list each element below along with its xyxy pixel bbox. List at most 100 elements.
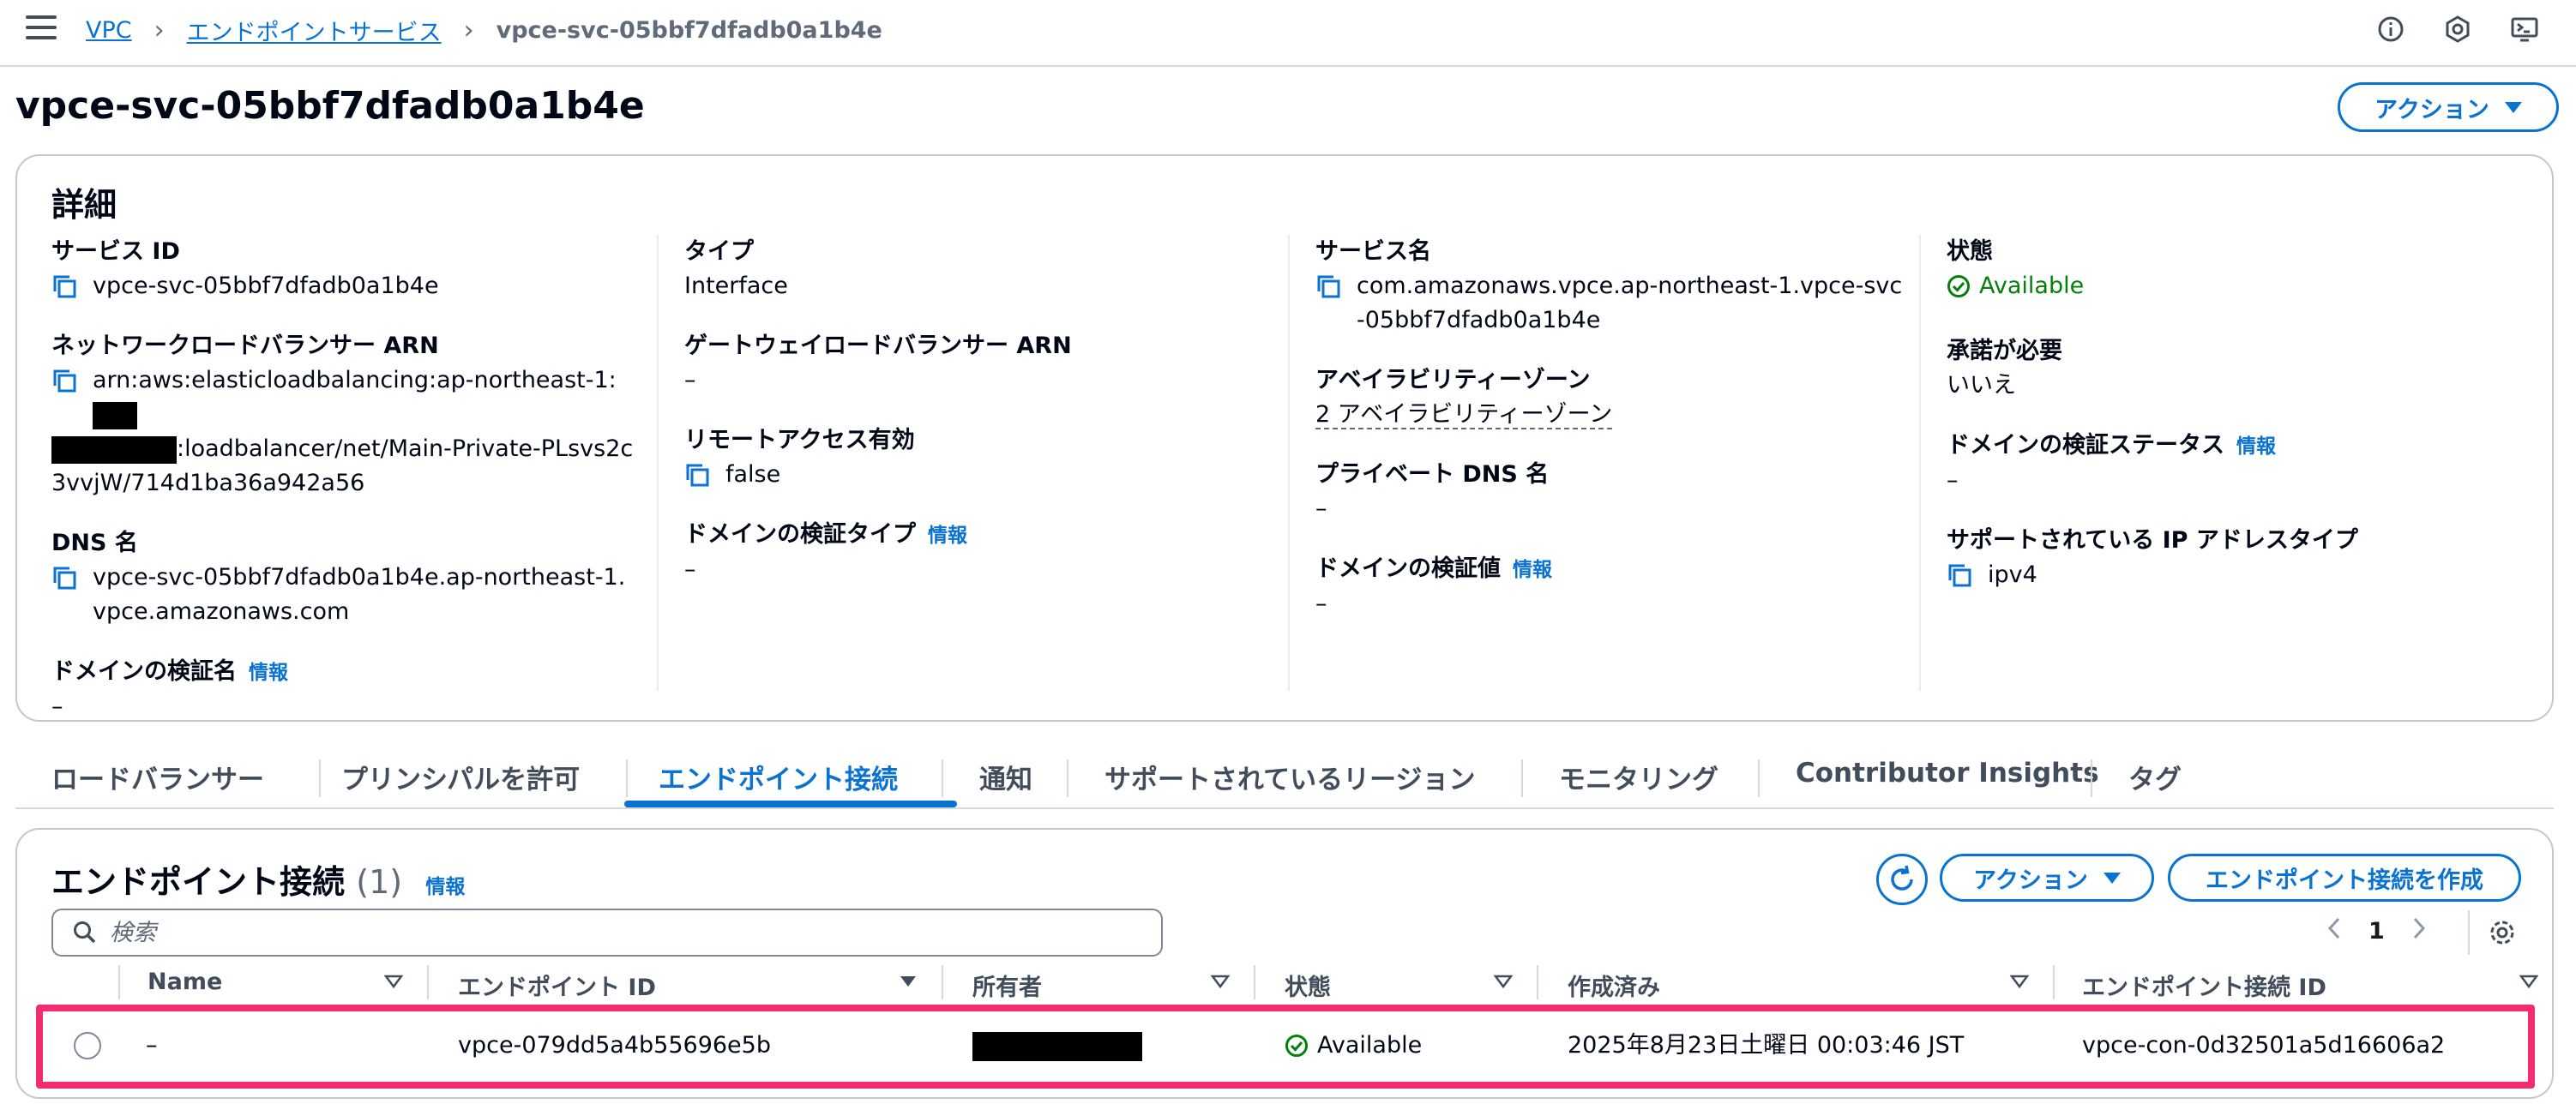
- status-badge: Available: [1947, 269, 2084, 303]
- tab-divider: [1758, 759, 1760, 797]
- glb-arn-label: ゲートウェイロードバランサー ARN: [684, 333, 1072, 359]
- breadcrumb-endpoint-services[interactable]: エンドポイントサービス: [187, 14, 442, 47]
- service-name-label: サービス名: [1315, 238, 1431, 265]
- service-id-value: vpce-svc-05bbf7dfadb0a1b4e: [93, 273, 439, 299]
- private-dns-label: プライベート DNS 名: [1315, 461, 1550, 488]
- remote-access-label: リモートアクセス有効: [684, 427, 915, 453]
- sort-icon[interactable]: [1210, 974, 1231, 993]
- details-panel: 詳細 サービス ID vpce-svc-05bbf7dfadb0a1b4e ネッ…: [15, 154, 2554, 722]
- sort-icon[interactable]: [1493, 974, 1514, 993]
- domain-verify-name-label: ドメインの検証名 情報: [51, 655, 643, 690]
- state-value: Available: [1979, 273, 2085, 299]
- connections-title: エンドポイント接続: [51, 863, 346, 901]
- column-divider: [942, 965, 943, 999]
- feedback-icon[interactable]: [2441, 12, 2475, 46]
- page-actions-button[interactable]: アクション: [2338, 82, 2559, 132]
- table-header: Name エンドポイント ID 所有者 状態 作成済み エンドポイント接続 ID: [17, 962, 2552, 1005]
- nlb-arn-continued: :loadbalancer/net/Main-Private-PLsvs2c3v…: [51, 432, 643, 501]
- tab-contributor-insights[interactable]: Contributor Insights: [1796, 758, 2099, 789]
- column-divider: [1288, 235, 1290, 691]
- info-link[interactable]: 情報: [249, 662, 288, 684]
- info-icon[interactable]: [2374, 12, 2408, 46]
- nlb-arn-label: ネットワークロードバランサー ARN: [51, 333, 439, 359]
- copy-icon[interactable]: [51, 269, 81, 303]
- tab-endpoint-connections[interactable]: エンドポイント接続: [659, 758, 898, 796]
- column-header-state[interactable]: 状態: [1285, 969, 1331, 1002]
- gear-icon[interactable]: [2487, 917, 2518, 951]
- sort-icon[interactable]: [899, 974, 918, 993]
- chevron-right-icon[interactable]: [2410, 915, 2428, 947]
- nlb-arn-prefix: arn:aws:elasticloadbalancing:ap-northeas…: [93, 367, 617, 393]
- az-value[interactable]: 2 アベイラビリティーゾーン: [1315, 401, 1613, 429]
- tab-monitoring[interactable]: モニタリング: [1559, 758, 1718, 796]
- remote-access-value: false: [725, 461, 781, 488]
- row-name: –: [146, 1032, 158, 1059]
- connections-count: (1): [356, 863, 403, 901]
- cloudshell-icon[interactable]: [2507, 12, 2542, 46]
- search-icon: [74, 921, 96, 944]
- acceptance-value: いいえ: [1947, 372, 2016, 399]
- row-owner: [972, 1029, 1142, 1063]
- check-circle-icon: [1947, 275, 1970, 297]
- redacted-block: [51, 435, 177, 464]
- breadcrumb-vpc[interactable]: VPC: [86, 17, 132, 44]
- tab-divider: [626, 759, 628, 797]
- tab-allow-principals[interactable]: プリンシパルを許可: [341, 758, 580, 796]
- tab-list: ロードバランサー プリンシパルを許可 エンドポイント接続 通知 サポートされてい…: [15, 749, 2554, 809]
- redacted-block: [972, 1031, 1142, 1061]
- copy-icon[interactable]: [1315, 269, 1345, 303]
- info-link[interactable]: 情報: [2236, 435, 2276, 458]
- details-column-3: サービス名 com.amazonaws.vpce.ap-northeast-1.…: [1315, 235, 1916, 647]
- refresh-icon: [1891, 865, 1913, 891]
- details-column-1: サービス ID vpce-svc-05bbf7dfadb0a1b4e ネットワー…: [51, 235, 643, 750]
- row-endpoint-id: vpce-079dd5a4b55696e5b: [458, 1032, 771, 1059]
- tab-load-balancers[interactable]: ロードバランサー: [51, 758, 264, 796]
- create-connection-button[interactable]: エンドポイント接続を作成: [2168, 854, 2521, 902]
- copy-icon[interactable]: [1947, 558, 1976, 592]
- search-field[interactable]: [51, 909, 1163, 957]
- caret-down-icon: [2103, 872, 2121, 884]
- breadcrumb-current: vpce-svc-05bbf7dfadb0a1b4e: [496, 17, 882, 44]
- top-navigation: VPC › エンドポイントサービス › vpce-svc-05bbf7dfadb…: [0, 0, 2576, 67]
- menu-icon[interactable]: [26, 15, 57, 43]
- column-header-connection-id[interactable]: エンドポイント接続 ID: [2082, 969, 2326, 1002]
- row-select-radio[interactable]: [74, 1032, 101, 1059]
- page-number[interactable]: 1: [2368, 918, 2385, 945]
- tab-tags[interactable]: タグ: [2128, 758, 2182, 796]
- sort-icon[interactable]: [2519, 974, 2539, 993]
- connections-actions-button[interactable]: アクション: [1940, 854, 2154, 902]
- service-name-value: com.amazonaws.vpce.ap-northeast-1.vpce-s…: [1357, 273, 1903, 333]
- chevron-left-icon[interactable]: [2326, 915, 2343, 947]
- copy-icon[interactable]: [51, 363, 81, 398]
- column-header-name[interactable]: Name: [147, 969, 222, 995]
- copy-icon[interactable]: [684, 458, 713, 492]
- tab-divider: [2091, 759, 2092, 797]
- tab-notifications[interactable]: 通知: [979, 758, 1032, 796]
- sort-icon[interactable]: [2009, 974, 2030, 993]
- tab-divider: [1067, 759, 1068, 797]
- page-title: vpce-svc-05bbf7dfadb0a1b4e: [15, 84, 645, 128]
- endpoint-connections-panel: エンドポイント接続 (1) 情報 アクション エンドポイント接続を作成 1 Na…: [15, 828, 2554, 1099]
- column-divider: [118, 965, 120, 999]
- column-header-owner[interactable]: 所有者: [972, 969, 1042, 1002]
- sort-icon[interactable]: [383, 974, 404, 993]
- info-link[interactable]: 情報: [425, 876, 465, 898]
- info-link[interactable]: 情報: [928, 525, 967, 547]
- column-header-endpoint-id[interactable]: エンドポイント ID: [458, 969, 656, 1002]
- search-input[interactable]: [110, 919, 1139, 946]
- caret-down-icon: [2504, 101, 2522, 113]
- create-connection-label: エンドポイント接続を作成: [2206, 867, 2483, 894]
- column-divider: [1537, 965, 1538, 999]
- pagination: 1: [2326, 915, 2428, 947]
- tab-supported-regions[interactable]: サポートされているリージョン: [1104, 758, 1475, 796]
- details-column-2: タイプ Interface ゲートウェイロードバランサー ARN – リモートア…: [684, 235, 1285, 613]
- domain-verify-type-label-text: ドメインの検証タイプ: [684, 521, 916, 548]
- column-header-created[interactable]: 作成済み: [1568, 969, 1660, 1002]
- pager-divider: [2468, 910, 2470, 955]
- copy-icon[interactable]: [51, 561, 81, 595]
- refresh-button[interactable]: [1876, 854, 1928, 905]
- domain-verify-status-value: –: [1947, 467, 1959, 494]
- column-divider: [1919, 235, 1921, 691]
- active-tab-indicator: [624, 801, 957, 807]
- info-link[interactable]: 情報: [1513, 559, 1552, 581]
